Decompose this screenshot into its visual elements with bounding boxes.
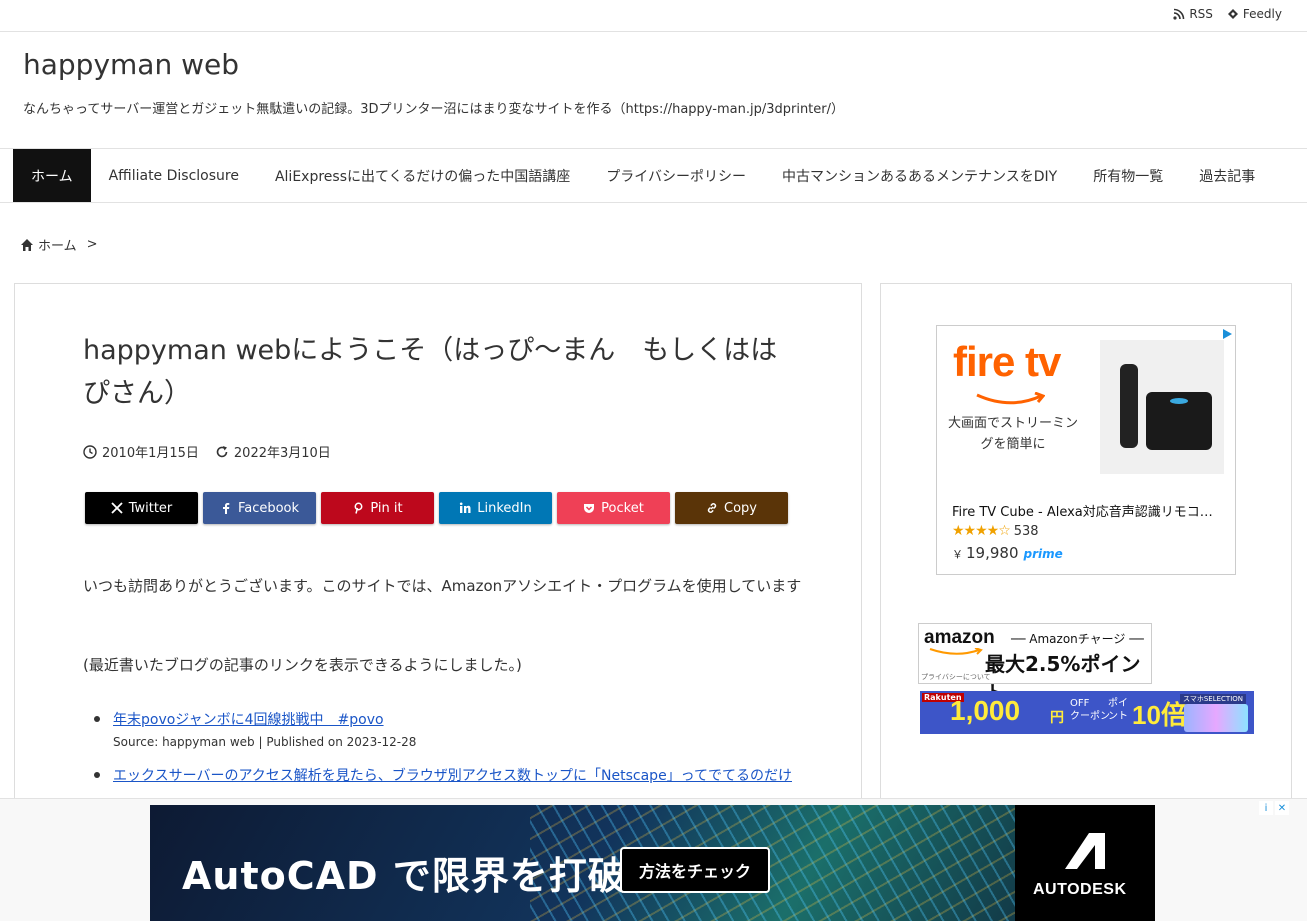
nav-item-privacy-policy[interactable]: プライバシーポリシー — [588, 149, 764, 202]
breadcrumb-separator: > — [86, 237, 98, 252]
amazon-logo: amazon — [924, 627, 995, 648]
recent-post-source: Source: happyman web | Published on 2023… — [113, 735, 417, 749]
recent-post-link[interactable]: 年末povoジャンボに4回線挑戦中 #povo — [113, 712, 384, 728]
price-value: 19,980 — [966, 544, 1019, 562]
nav-item-chinese-course[interactable]: AliExpressに出てくるだけの偏った中国語講座 — [257, 149, 588, 202]
firetv-product-name[interactable]: Fire TV Cube - Alexa対応音声認識リモコ… — [952, 501, 1222, 520]
share-twitter-button[interactable]: Twitter — [85, 492, 198, 524]
prime-badge: prime — [1023, 547, 1063, 561]
site-title[interactable]: happyman web — [23, 48, 239, 81]
feedly-link[interactable]: Feedly — [1227, 7, 1282, 21]
rss-label: RSS — [1189, 7, 1213, 21]
nav-item-possessions[interactable]: 所有物一覧 — [1075, 149, 1181, 202]
rakuten-off-coupon: OFF クーポン — [1070, 698, 1110, 722]
feed-links: RSS Feedly — [1173, 7, 1282, 21]
firetv-ad[interactable]: fire tv 大画面でストリーミングを簡単に Fire TV Cube - A… — [936, 325, 1236, 575]
share-pinterest-label: Pin it — [370, 500, 403, 516]
rakuten-point: ポイ ント — [1108, 698, 1128, 722]
bottom-ad-bar: AutoCAD で限界を打破 方法をチェック AUTODESK i ✕ — [0, 798, 1307, 921]
pinterest-icon — [354, 502, 363, 514]
banner-cta-button[interactable]: 方法をチェック — [620, 847, 770, 893]
nav-item-diy[interactable]: 中古マンションあるあるメンテナンスをDIY — [764, 149, 1075, 202]
list-item: 年末povoジャンボに4回線挑戦中 #povo Source: happyman… — [94, 709, 813, 749]
rating-stars: ★★★★☆ — [952, 523, 1011, 539]
ad-info-icon[interactable]: i — [1259, 801, 1273, 815]
price-currency: ￥ — [952, 548, 963, 561]
published-date-text: 2010年1月15日 — [102, 446, 199, 461]
breadcrumb: ホーム > — [20, 235, 98, 254]
list-item: エックスサーバーのアクセス解析を見たら、ブラウザ別アクセス数トップに「Netsc… — [94, 765, 813, 785]
review-count: 538 — [1013, 523, 1039, 539]
rakuten-yen: 円 — [1050, 710, 1064, 726]
rakuten-selection-badge: スマホSELECTION — [1180, 694, 1246, 704]
home-icon — [21, 238, 33, 251]
firetv-price: ￥ 19,980 prime — [952, 544, 1063, 562]
autodesk-logo-icon — [1065, 833, 1105, 869]
x-icon — [111, 502, 123, 514]
nav-item-affiliate-disclosure[interactable]: Affiliate Disclosure — [91, 149, 257, 202]
banner-headline: AutoCAD で限界を打破 — [182, 854, 627, 898]
linkedin-icon — [460, 502, 471, 513]
top-bar: RSS Feedly — [0, 0, 1307, 32]
nav-item-home[interactable]: ホーム — [13, 149, 91, 202]
published-date: 2010年1月15日 — [83, 442, 199, 461]
link-icon — [707, 503, 717, 513]
feedly-icon — [1227, 9, 1238, 19]
amazon-charge-ad[interactable]: amazon ── Amazonチャージ ── 最大2.5%ポイント プライバシ… — [918, 623, 1152, 705]
share-twitter-label: Twitter — [128, 500, 173, 516]
share-facebook-label: Facebook — [237, 500, 300, 516]
pocket-icon — [584, 504, 595, 513]
recent-note-paragraph: (最近書いたブログの記事のリンクを表示できるようにしました。) — [83, 656, 522, 674]
post-dates: 2010年1月15日 2022年3月10日 — [83, 442, 341, 461]
ad-close-icon[interactable]: ✕ — [1275, 801, 1289, 815]
rakuten-amount: 1,000 — [950, 695, 1021, 726]
amazon-smile-icon — [929, 648, 983, 655]
remote-graphic — [1120, 364, 1138, 448]
share-copy-label: Copy — [724, 500, 757, 516]
updated-date: 2022年3月10日 — [215, 442, 331, 461]
share-copy-button[interactable]: Copy — [675, 492, 788, 524]
post-title: happyman webにようこそ（はっぴ～まん もしくははぴさん） — [83, 335, 778, 410]
share-linkedin-button[interactable]: LinkedIn — [439, 492, 552, 524]
sidebar: fire tv 大画面でストリーミングを簡単に Fire TV Cube - A… — [880, 283, 1292, 843]
ad-controls: i ✕ — [1259, 801, 1289, 815]
rakuten-phones-image — [1184, 704, 1248, 732]
firetv-logo: fire tv — [953, 338, 1061, 385]
updated-date-text: 2022年3月10日 — [233, 446, 331, 461]
rss-icon — [1173, 8, 1185, 20]
cube-graphic — [1146, 392, 1212, 450]
share-pocket-label: Pocket — [601, 500, 644, 516]
firetv-tagline: 大画面でストリーミングを簡単に — [947, 416, 1078, 452]
main-content: happyman webにようこそ（はっぴ～まん もしくははぴさん） 2010年… — [14, 283, 862, 843]
firetv-smile-logo — [976, 392, 1045, 405]
rss-link[interactable]: RSS — [1173, 7, 1213, 21]
firetv-product-image — [1100, 340, 1224, 474]
rakuten-ad[interactable]: Rakuten 1,000 円 OFF クーポン ポイ ント 10倍も スマホS… — [920, 691, 1254, 734]
amazon-privacy-note[interactable]: プライバシーについて — [921, 672, 991, 682]
amazon-charge-label: ── Amazonチャージ ── — [1011, 632, 1144, 646]
autodesk-brand-panel: AUTODESK — [1015, 805, 1155, 921]
share-pocket-button[interactable]: Pocket — [557, 492, 670, 524]
refresh-icon — [216, 445, 228, 457]
main-nav: ホーム Affiliate Disclosure AliExpressに出てくる… — [0, 148, 1307, 203]
share-buttons: Twitter Facebook Pin it LinkedIn Pocket … — [85, 492, 788, 524]
firetv-rating: ★★★★☆ 538 — [952, 523, 1039, 539]
recent-post-link[interactable]: エックスサーバーのアクセス解析を見たら、ブラウザ別アクセス数トップに「Netsc… — [113, 768, 792, 784]
clock-icon — [83, 444, 97, 459]
nav-item-archive[interactable]: 過去記事 — [1181, 149, 1273, 202]
site-description: なんちゃってサーバー運営とガジェット無駄遣いの記録。3Dプリンター沼にはまり変な… — [23, 102, 845, 117]
autodesk-wordmark: AUTODESK — [1033, 881, 1127, 898]
breadcrumb-home[interactable]: ホーム — [38, 235, 77, 254]
share-pinterest-button[interactable]: Pin it — [321, 492, 434, 524]
autocad-banner-ad[interactable]: AutoCAD で限界を打破 方法をチェック AUTODESK — [150, 805, 1155, 921]
facebook-icon — [222, 503, 230, 514]
recent-posts-list: 年末povoジャンボに4回線挑戦中 #povo Source: happyman… — [94, 709, 813, 801]
share-facebook-button[interactable]: Facebook — [203, 492, 316, 524]
intro-paragraph: いつも訪問ありがとうございます。このサイトでは、Amazonアソシエイト・プログ… — [83, 577, 802, 595]
adchoices-icon[interactable] — [1221, 328, 1233, 340]
feedly-label: Feedly — [1242, 7, 1282, 21]
share-linkedin-label: LinkedIn — [477, 500, 532, 516]
